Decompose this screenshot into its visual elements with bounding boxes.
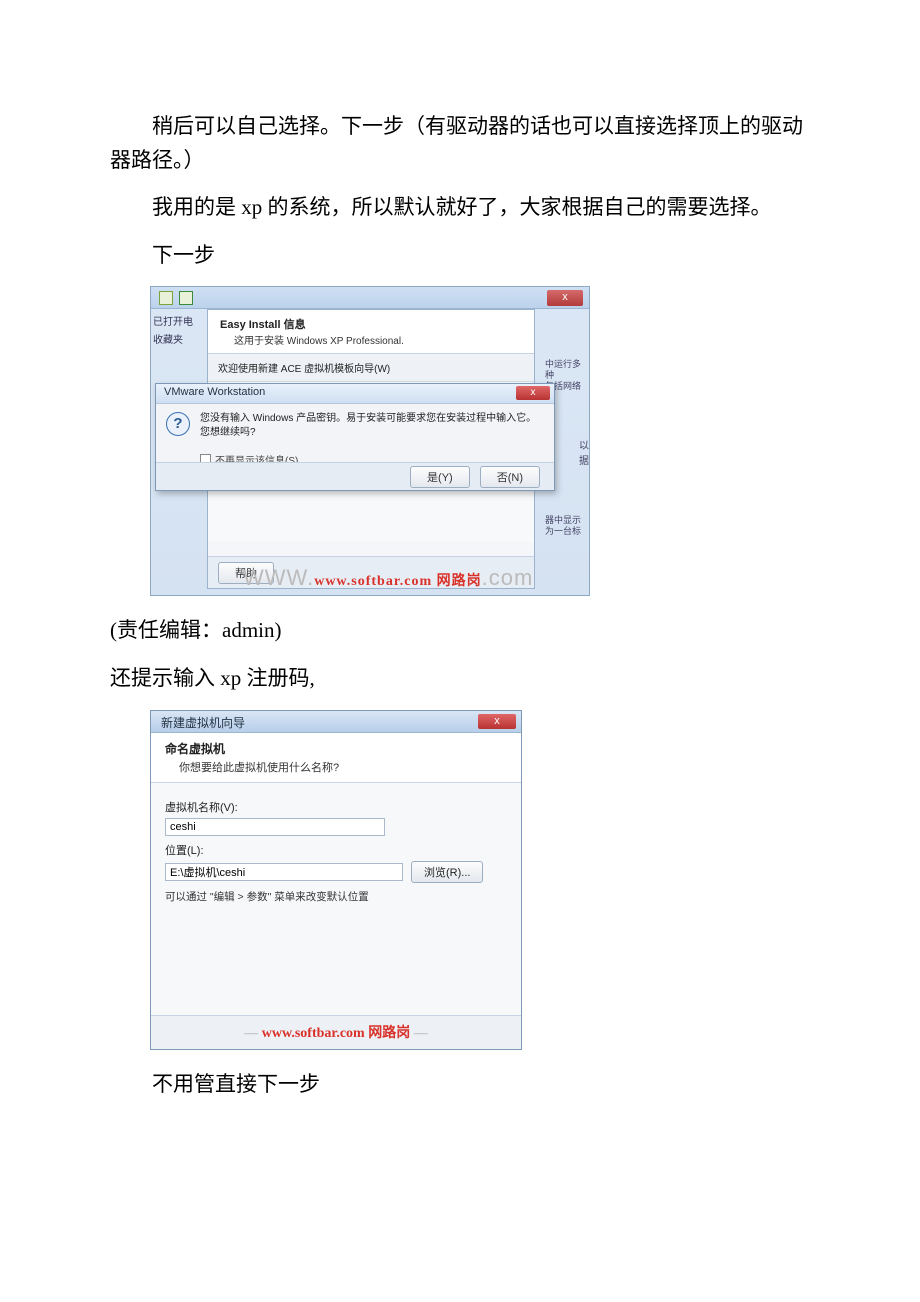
- wizard-title: Easy Install 信息: [220, 316, 522, 332]
- paragraph-5: 还提示输入 xp 注册码,: [110, 662, 810, 696]
- dialog-titlebar: VMware Workstation x: [156, 384, 554, 404]
- watermark: — www.softbar.com 网路岗 —: [244, 1022, 427, 1042]
- wizard-header: 命名虚拟机 你想要给此虚拟机使用什么名称?: [151, 733, 521, 783]
- yes-button[interactable]: 是(Y): [410, 466, 470, 488]
- confirm-dialog: VMware Workstation x ? 您没有输入 Windows 产品密…: [155, 383, 555, 491]
- new-vm-wizard-window: 新建虚拟机向导 x 命名虚拟机 你想要给此虚拟机使用什么名称? 虚拟机名称(V)…: [150, 710, 522, 1050]
- close-button[interactable]: x: [478, 714, 516, 729]
- window-toolbar: x: [151, 287, 589, 309]
- vm-location-input[interactable]: [165, 863, 403, 881]
- paragraph-2: 我用的是 xp 的系统，所以默认就好了，大家根据自己的需要选择。: [110, 191, 810, 225]
- play-icon[interactable]: [179, 291, 193, 305]
- dialog-message: 您没有输入 Windows 产品密钥。易于安装可能要求您在安装过程中输入它。您想…: [200, 412, 544, 440]
- location-hint: 可以通过 "编辑 > 参数" 菜单来改变默认位置: [165, 889, 507, 904]
- right-hint-3: 器中显示为一台标: [545, 515, 589, 537]
- vm-name-input[interactable]: [165, 818, 385, 836]
- pause-icon[interactable]: [159, 291, 173, 305]
- screenshot-1: x 已打开电 收藏夹 中运行多种包括网络 以据 器中显示为一台标 Easy In…: [150, 286, 810, 596]
- paragraph-4: (责任编辑：admin): [110, 614, 810, 648]
- wizard-header: Easy Install 信息 这用于安装 Windows XP Profess…: [208, 310, 534, 354]
- dialog-title: VMware Workstation: [164, 386, 265, 398]
- paragraph-1: 稍后可以自己选择。下一步（有驱动器的话也可以直接选择顶上的驱动器路径。）: [110, 110, 810, 177]
- paragraph-6: 不用管直接下一步: [110, 1068, 810, 1102]
- sidebar-item-opened[interactable]: 已打开电: [153, 313, 203, 328]
- wizard-step-subtitle: 你想要给此虚拟机使用什么名称?: [179, 759, 507, 775]
- vm-name-label: 虚拟机名称(V):: [165, 799, 507, 815]
- watermark: WWW.www.softbar.com 网路岗.com: [243, 565, 533, 591]
- wizard-form: 虚拟机名称(V): 位置(L): 浏览(R)... 可以通过 "编辑 > 参数"…: [151, 783, 521, 914]
- wizard-welcome-row: 欢迎使用新建 ACE 虚拟机模板向导(W): [208, 354, 534, 382]
- sidebar-item-favorites[interactable]: 收藏夹: [153, 331, 203, 346]
- wizard-titlebar: 新建虚拟机向导 x: [151, 711, 521, 733]
- sidebar: 已打开电 收藏夹: [151, 309, 205, 369]
- vm-location-label: 位置(L):: [165, 842, 507, 858]
- vmware-wizard-window: x 已打开电 收藏夹 中运行多种包括网络 以据 器中显示为一台标 Easy In…: [150, 286, 590, 596]
- wizard-step-title: 命名虚拟机: [165, 740, 507, 757]
- no-button[interactable]: 否(N): [480, 466, 540, 488]
- dialog-body: ? 您没有输入 Windows 产品密钥。易于安装可能要求您在安装过程中输入它。…: [156, 404, 554, 448]
- wizard-footer: — www.softbar.com 网路岗 —: [151, 1015, 521, 1049]
- right-hint-2: 以据: [579, 437, 589, 467]
- paragraph-3: 下一步: [110, 239, 810, 273]
- screenshot-2: 新建虚拟机向导 x 命名虚拟机 你想要给此虚拟机使用什么名称? 虚拟机名称(V)…: [150, 710, 810, 1050]
- dialog-footer: 是(Y) 否(N): [156, 462, 554, 490]
- browse-button[interactable]: 浏览(R)...: [411, 861, 483, 883]
- close-button[interactable]: x: [547, 290, 583, 306]
- dialog-close-button[interactable]: x: [516, 386, 550, 400]
- question-icon: ?: [166, 412, 190, 436]
- wizard-subtitle: 这用于安装 Windows XP Professional.: [234, 332, 522, 347]
- wizard-window-title: 新建虚拟机向导: [161, 716, 245, 730]
